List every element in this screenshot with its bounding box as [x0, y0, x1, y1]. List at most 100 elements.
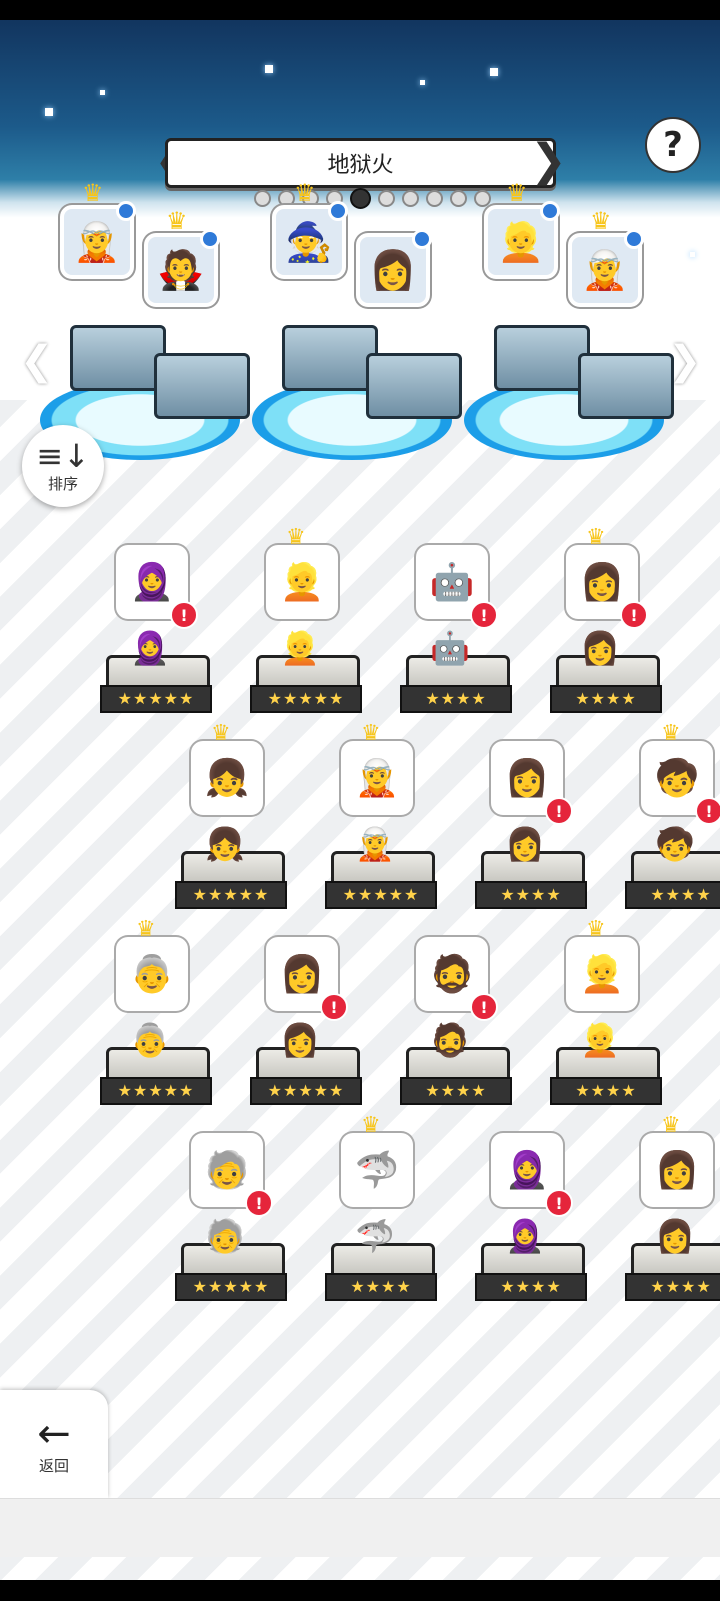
- hero-sprite: 👩: [580, 629, 620, 667]
- page-dot[interactable]: [350, 188, 371, 209]
- crown-icon: ♛: [82, 179, 104, 207]
- star-rating: ★★★★: [625, 1273, 720, 1301]
- hero-card[interactable]: 🧒 🧒 ♛! ★★★★: [625, 721, 720, 921]
- page-dot[interactable]: [254, 190, 271, 207]
- hero-sprite: 🤖: [430, 629, 470, 667]
- team-pedestal: [282, 325, 378, 391]
- star-rating: ★★★★: [550, 1077, 662, 1105]
- star-rating: ★★★★★: [325, 881, 437, 909]
- selected-indicator-icon: [328, 201, 348, 221]
- crown-icon: ♛: [286, 525, 306, 550]
- alert-icon: !: [470, 993, 498, 1021]
- help-button[interactable]: ?: [645, 117, 701, 173]
- star-rating: ★★★★★: [250, 1077, 362, 1105]
- hero-sprite: 🧕: [130, 629, 170, 667]
- star-rating: ★★★★★: [250, 685, 362, 713]
- hero-sprite: 👧: [205, 825, 245, 863]
- star-rating: ★★★★★: [100, 1077, 212, 1105]
- hero-card[interactable]: 🦈 🦈 ♛ ★★★★: [325, 1113, 437, 1313]
- hero-sprite: 👱: [280, 629, 320, 667]
- sort-icon: ≡↓: [36, 436, 90, 475]
- alert-icon: !: [170, 601, 198, 629]
- sort-label: 排序: [47, 474, 78, 493]
- star-rating: ★★★★★: [175, 1273, 287, 1301]
- hero-sprite: 🧒: [655, 825, 695, 863]
- selected-indicator-icon: [624, 229, 644, 249]
- team-pedestal: [70, 325, 166, 391]
- back-arrow-icon: ←: [37, 1410, 71, 1457]
- crown-icon: ♛: [361, 1113, 381, 1138]
- bottom-bar: [0, 1498, 720, 1557]
- hero-sprite: 🧕: [505, 1217, 545, 1255]
- star-rating: ★★★★: [475, 1273, 587, 1301]
- hero-card[interactable]: 👩 👩 ♛ ★★★★: [625, 1113, 720, 1313]
- star-rating: ★★★★: [550, 685, 662, 713]
- team-title-banner: 地狱火: [165, 138, 556, 188]
- hero-card[interactable]: 👩 👩! ★★★★: [475, 721, 587, 921]
- hero-portrait: 🦈: [341, 1133, 413, 1207]
- page-dot[interactable]: [450, 190, 467, 207]
- hero-card[interactable]: 👱 👱 ♛ ★★★★★: [250, 525, 362, 725]
- hero-card[interactable]: 👩 👩! ★★★★★: [250, 917, 362, 1117]
- hero-portrait: 👵: [116, 937, 188, 1011]
- hero-card[interactable]: 👵 👵 ♛ ★★★★★: [100, 917, 212, 1117]
- star-decoration: [100, 90, 105, 95]
- alert-icon: !: [320, 993, 348, 1021]
- page-dot[interactable]: [402, 190, 419, 207]
- crown-icon: ♛: [166, 207, 188, 235]
- hero-card[interactable]: 🤖 🤖! ★★★★: [400, 525, 512, 725]
- crown-icon: ♛: [294, 179, 316, 207]
- page-dot[interactable]: [378, 190, 395, 207]
- team-pedestal: [494, 325, 590, 391]
- prev-team-arrow-icon[interactable]: ❮: [20, 338, 54, 384]
- team-pedestal: [366, 353, 462, 419]
- sort-button[interactable]: ≡↓ 排序: [22, 425, 104, 507]
- alert-icon: !: [695, 797, 720, 825]
- selected-indicator-icon: [116, 201, 136, 221]
- screen: ❮ 地狱火 ❯ ? ❮ ❯ 🧝♛🧛♛🧙♛👩👱♛🧝♛ ≡↓ 排序 🧕🧕!★★★★★…: [0, 20, 720, 1580]
- hero-card[interactable]: 🧔 🧔! ★★★★: [400, 917, 512, 1117]
- star-decoration: [45, 108, 53, 116]
- crown-icon: ♛: [211, 721, 231, 746]
- page-dot[interactable]: [426, 190, 443, 207]
- back-button[interactable]: ← 返回: [0, 1390, 108, 1498]
- hero-sprite: 👱: [580, 1021, 620, 1059]
- back-label: 返回: [38, 1456, 69, 1475]
- hero-sprite: 🧔: [430, 1021, 470, 1059]
- hero-portrait: 👧: [191, 741, 263, 815]
- team-title: 地狱火: [327, 153, 394, 178]
- star-rating: ★★★★: [625, 881, 720, 909]
- page-dot[interactable]: [474, 190, 491, 207]
- star-rating: ★★★★: [475, 881, 587, 909]
- team-pedestal: [578, 353, 674, 419]
- hero-portrait: 👱: [266, 545, 338, 619]
- star-decoration: [690, 252, 695, 257]
- hero-card[interactable]: 🧝 🧝 ♛ ★★★★★: [325, 721, 437, 921]
- crown-icon: ♛: [661, 721, 681, 746]
- header-right-bracket: ❯: [530, 135, 567, 186]
- star-decoration: [265, 65, 273, 73]
- star-rating: ★★★★: [400, 685, 512, 713]
- crown-icon: ♛: [506, 179, 528, 207]
- crown-icon: ♛: [586, 525, 606, 550]
- hero-card[interactable]: 👱 👱 ♛ ★★★★: [550, 917, 662, 1117]
- hero-sprite: 👵: [130, 1021, 170, 1059]
- hero-card[interactable]: 🧓 🧓! ★★★★★: [175, 1113, 287, 1313]
- hero-portrait: 👱: [566, 937, 638, 1011]
- crown-icon: ♛: [361, 721, 381, 746]
- team-pedestal: [154, 353, 250, 419]
- alert-icon: !: [245, 1189, 273, 1217]
- hero-sprite: 🦈: [355, 1217, 395, 1255]
- hero-sprite: 🧓: [205, 1217, 245, 1255]
- hero-card[interactable]: 👩 👩 ♛! ★★★★: [550, 525, 662, 725]
- alert-icon: !: [620, 601, 648, 629]
- hero-card[interactable]: 🧕 🧕! ★★★★★: [100, 525, 212, 725]
- hero-sprite: 👩: [505, 825, 545, 863]
- hero-card[interactable]: 👧 👧 ♛ ★★★★★: [175, 721, 287, 921]
- star-decoration: [490, 68, 498, 76]
- hero-card[interactable]: 🧕 🧕! ★★★★: [475, 1113, 587, 1313]
- crown-icon: ♛: [136, 917, 156, 942]
- crown-icon: ♛: [586, 917, 606, 942]
- star-rating: ★★★★★: [175, 881, 287, 909]
- question-icon: ?: [663, 125, 683, 165]
